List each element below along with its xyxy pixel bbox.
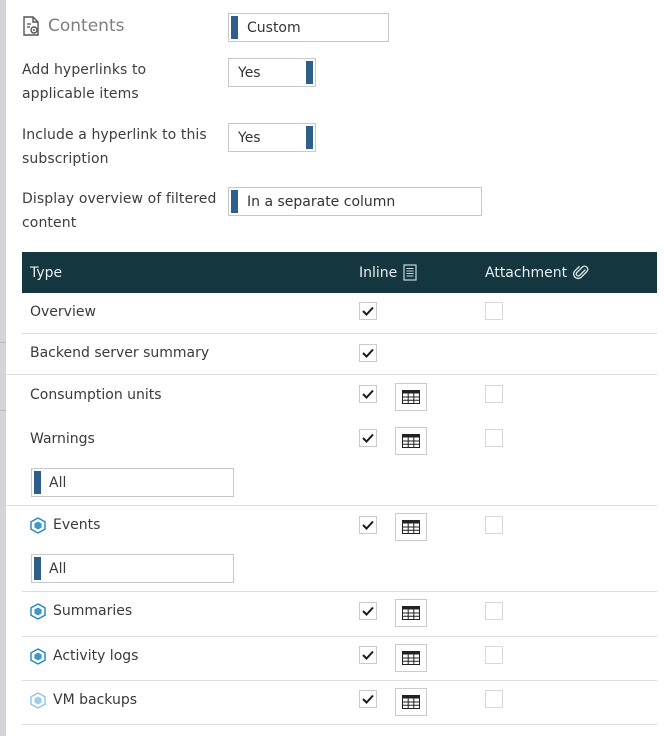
document-settings-icon	[23, 16, 39, 36]
attachment-checkbox[interactable]	[485, 385, 503, 403]
hyperlinks-toggle-value: Yes	[238, 64, 261, 81]
hexagon-light-icon	[30, 691, 46, 709]
table-grid-icon	[402, 434, 420, 448]
subscription-link-label: Include a hyperlink to this subscription	[22, 127, 207, 167]
table-row-label: Warnings	[30, 431, 95, 447]
row-divider	[22, 724, 657, 725]
attachment-checkbox[interactable]	[485, 690, 503, 708]
table-grid-icon	[402, 520, 420, 534]
table-grid-icon	[402, 651, 420, 665]
column-header-inline: Inline	[359, 252, 417, 293]
row-divider	[22, 591, 657, 592]
table-row-label: VM backups	[30, 689, 137, 711]
content-table-header: Type Inline Attachment	[22, 252, 657, 293]
contents-select[interactable]: Custom	[228, 13, 389, 42]
overview-display-label: Display overview of filtered content	[22, 191, 217, 231]
attachment-checkbox[interactable]	[485, 302, 503, 320]
left-panel-tick	[0, 410, 6, 411]
contents-select-value: Custom	[247, 19, 301, 36]
inline-checkbox[interactable]	[359, 385, 377, 403]
row-divider	[6, 505, 657, 506]
subscription-link-toggle-value: Yes	[238, 129, 261, 146]
checkmark-icon	[362, 306, 374, 316]
table-layout-button[interactable]	[395, 599, 427, 627]
overview-display-select[interactable]: In a separate column	[228, 187, 482, 216]
table-grid-icon	[402, 390, 420, 404]
checkmark-icon	[362, 606, 374, 616]
subscription-link-toggle[interactable]: Yes	[228, 123, 316, 152]
attachment-checkbox[interactable]	[485, 429, 503, 447]
checkmark-icon	[362, 650, 374, 660]
table-row-label: Activity logs	[30, 645, 138, 667]
left-panel-edge	[0, 0, 6, 736]
table-row-label: Backend server summary	[30, 345, 210, 361]
inline-checkbox[interactable]	[359, 344, 377, 362]
table-grid-icon	[402, 606, 420, 620]
paperclip-icon	[573, 265, 589, 280]
row-divider	[22, 680, 657, 681]
table-layout-button[interactable]	[395, 688, 427, 716]
hexagon-icon	[30, 647, 46, 665]
table-row-label: Consumption units	[30, 387, 162, 403]
inline-checkbox[interactable]	[359, 602, 377, 620]
table-layout-button[interactable]	[395, 513, 427, 541]
table-row-label: Summaries	[30, 600, 132, 622]
overview-display-value: In a separate column	[247, 193, 396, 210]
row-divider	[22, 333, 657, 334]
checkmark-icon	[362, 389, 374, 399]
hexagon-icon	[30, 602, 46, 620]
attachment-checkbox[interactable]	[485, 602, 503, 620]
checkmark-icon	[362, 520, 374, 530]
row-filter-value: All	[49, 474, 67, 491]
table-layout-button[interactable]	[395, 644, 427, 672]
row-filter-select[interactable]: All	[31, 554, 234, 583]
left-panel-tick	[0, 342, 6, 343]
table-layout-button[interactable]	[395, 383, 427, 411]
attachment-checkbox[interactable]	[485, 646, 503, 664]
table-grid-icon	[402, 695, 420, 709]
attachment-checkbox[interactable]	[485, 516, 503, 534]
inline-checkbox[interactable]	[359, 429, 377, 447]
row-filter-select[interactable]: All	[31, 468, 234, 497]
hexagon-icon	[30, 516, 46, 534]
table-row-label: Events	[30, 514, 100, 536]
row-filter-value: All	[49, 560, 67, 577]
hyperlinks-label: Add hyperlinks to applicable items	[22, 62, 147, 102]
table-row-label: Overview	[30, 304, 96, 320]
contents-label: Contents	[48, 16, 125, 36]
inline-checkbox[interactable]	[359, 646, 377, 664]
hyperlinks-toggle[interactable]: Yes	[228, 58, 316, 87]
checkmark-icon	[362, 348, 374, 358]
inline-checkbox[interactable]	[359, 516, 377, 534]
contents-heading: Contents	[22, 14, 124, 38]
inline-checkbox[interactable]	[359, 690, 377, 708]
column-header-type: Type	[30, 264, 63, 281]
checkmark-icon	[362, 433, 374, 443]
column-header-attachment: Attachment	[485, 252, 589, 293]
row-divider	[6, 374, 657, 375]
checkmark-icon	[362, 694, 374, 704]
document-lines-icon	[403, 264, 417, 281]
row-divider	[22, 636, 657, 637]
inline-checkbox[interactable]	[359, 302, 377, 320]
table-layout-button[interactable]	[395, 427, 427, 455]
